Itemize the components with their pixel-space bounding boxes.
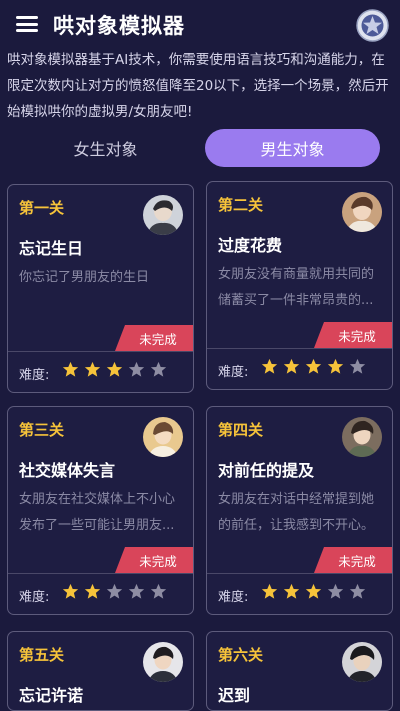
avatar <box>342 417 382 457</box>
level-number: 第二关 <box>218 196 264 214</box>
star-empty-icon <box>349 358 366 374</box>
avatar <box>342 642 382 682</box>
divider <box>8 573 193 574</box>
level-number: 第六关 <box>218 646 264 664</box>
star-filled-icon <box>84 361 101 377</box>
status-badge: 未完成 <box>314 322 392 348</box>
gender-tabs: 女生对象 男生对象 <box>0 129 400 169</box>
difficulty-stars <box>62 361 167 378</box>
level-description: 女朋友没有商量就用共同的储蓄买了一件非常昂贵的... <box>218 267 375 308</box>
level-title: 过度花费 <box>218 236 283 255</box>
avatar <box>143 417 183 457</box>
level-title: 社交媒体失言 <box>19 461 116 480</box>
star-filled-icon <box>261 583 278 599</box>
star-filled-icon <box>62 583 79 599</box>
divider <box>207 348 392 349</box>
star-filled-icon <box>283 358 300 374</box>
level-title: 忘记生日 <box>19 239 84 258</box>
star-empty-icon <box>128 583 145 599</box>
level-card[interactable]: 第二关 过度花费 女朋友没有商量就用共同的储蓄买了一件非常昂贵的... 未完成 … <box>206 181 393 390</box>
difficulty-stars <box>62 583 167 600</box>
star-empty-icon <box>128 361 145 377</box>
menu-icon[interactable] <box>16 16 38 32</box>
status-badge: 未完成 <box>115 325 193 351</box>
badge-icon[interactable] <box>356 9 389 42</box>
tab-male[interactable]: 男生对象 <box>205 129 380 167</box>
star-filled-icon <box>261 358 278 374</box>
level-description: 你忘记了男朋友的生日 <box>19 270 150 285</box>
level-description: 女朋友在社交媒体上不小心发布了一些可能让男朋友... <box>19 492 176 533</box>
level-title: 对前任的提及 <box>218 461 315 480</box>
status-badge: 未完成 <box>115 547 193 573</box>
star-filled-icon <box>106 361 123 377</box>
star-filled-icon <box>283 583 300 599</box>
level-title: 忘记许诺 <box>19 686 84 705</box>
star-empty-icon <box>349 583 366 599</box>
page-title: 哄对象模拟器 <box>53 14 185 38</box>
level-card[interactable]: 第五关 忘记许诺 <box>7 631 194 711</box>
star-empty-icon <box>150 583 167 599</box>
tab-female[interactable]: 女生对象 <box>18 129 193 167</box>
level-card[interactable]: 第六关 迟到 <box>206 631 393 711</box>
difficulty-label: 难度: <box>19 368 50 383</box>
star-filled-icon <box>62 361 79 377</box>
level-number: 第四关 <box>218 421 264 439</box>
level-number: 第五关 <box>19 646 65 664</box>
level-card[interactable]: 第一关 忘记生日 你忘记了男朋友的生日 未完成 难度: <box>7 184 194 393</box>
star-empty-icon <box>327 583 344 599</box>
star-filled-icon <box>305 358 322 374</box>
star-filled-icon <box>327 358 344 374</box>
level-description: 女朋友在对话中经常提到她的前任，让我感到不开心。 <box>218 492 375 533</box>
level-card[interactable]: 第三关 社交媒体失言 女朋友在社交媒体上不小心发布了一些可能让男朋友... 未完… <box>7 406 194 615</box>
star-empty-icon <box>106 583 123 599</box>
avatar <box>143 642 183 682</box>
intro-text: 哄对象模拟器基于AI技术，你需要使用语言技巧和沟通能力，在限定次数内让对方的愤怒… <box>7 52 389 120</box>
difficulty-label: 难度: <box>19 590 50 605</box>
avatar <box>143 195 183 235</box>
status-badge: 未完成 <box>314 547 392 573</box>
level-number: 第一关 <box>19 199 65 217</box>
level-title: 迟到 <box>218 686 251 705</box>
level-number: 第三关 <box>19 421 65 439</box>
divider <box>207 573 392 574</box>
star-empty-icon <box>150 361 167 377</box>
avatar <box>342 192 382 232</box>
divider <box>8 351 193 352</box>
level-card[interactable]: 第四关 对前任的提及 女朋友在对话中经常提到她的前任，让我感到不开心。 未完成 … <box>206 406 393 615</box>
difficulty-stars <box>261 358 366 375</box>
star-filled-icon <box>305 583 322 599</box>
difficulty-label: 难度: <box>218 365 249 380</box>
star-filled-icon <box>84 583 101 599</box>
app-header: 哄对象模拟器 <box>0 0 400 48</box>
difficulty-stars <box>261 583 366 600</box>
difficulty-label: 难度: <box>218 590 249 605</box>
